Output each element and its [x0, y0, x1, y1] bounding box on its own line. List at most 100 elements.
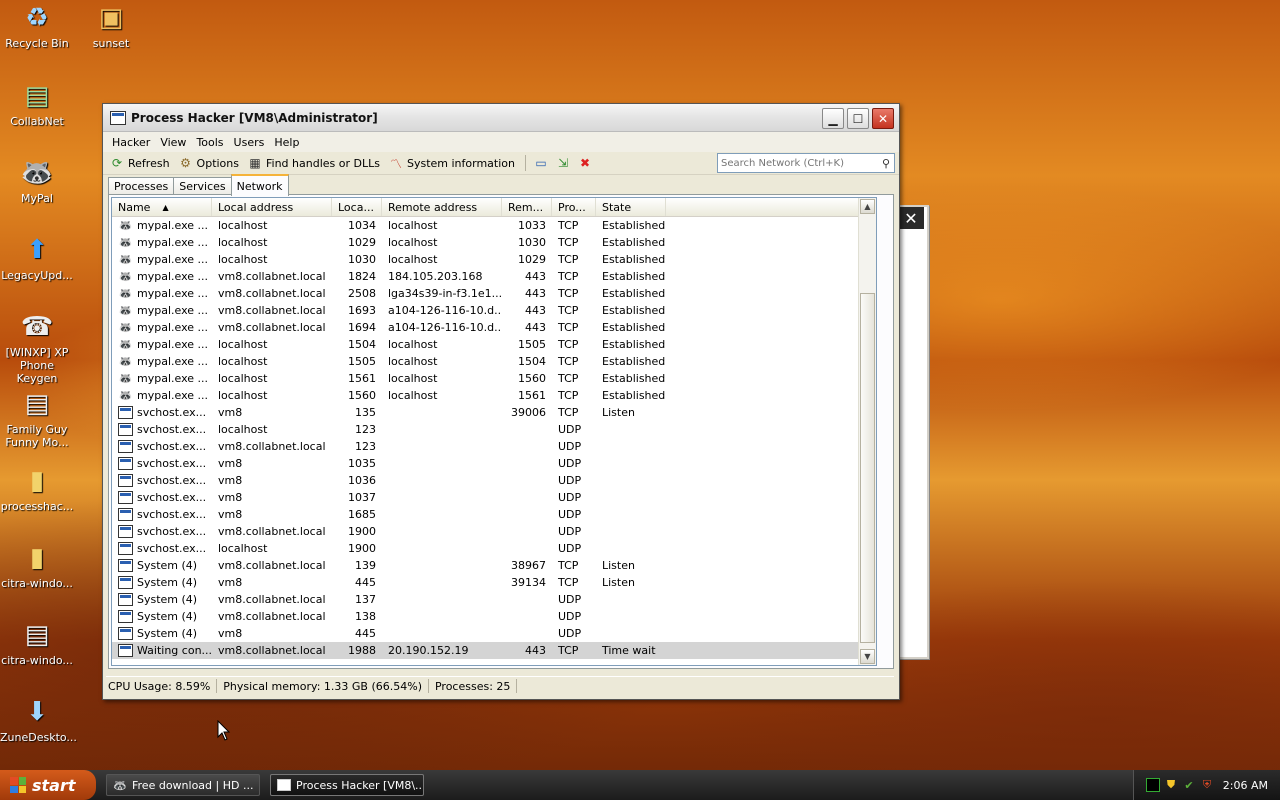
- table-row[interactable]: svchost.ex... vm8 1035 UDP: [112, 455, 876, 472]
- column-header-remote-port[interactable]: Rem...: [502, 198, 552, 216]
- system-information-button[interactable]: 〽 System information: [386, 153, 521, 173]
- table-row[interactable]: 🦝 mypal.exe ... localhost 1029 localhost 1030…: [112, 234, 876, 251]
- background-window-close-button[interactable]: ✕: [898, 207, 924, 229]
- column-header-local-address[interactable]: Local address: [212, 198, 332, 216]
- table-row[interactable]: 🦝 mypal.exe ... vm8.collabnet.local 1693 a10…: [112, 302, 876, 319]
- cell-raddr: localhost: [388, 253, 438, 266]
- scroll-thumb[interactable]: [860, 293, 875, 643]
- minimize-button[interactable]: ▁: [822, 108, 844, 129]
- title-bar[interactable]: Process Hacker [VM8\Administrator] ▁ ☐ ✕: [103, 104, 899, 132]
- cell-laddr: vm8.collabnet.local: [218, 304, 326, 317]
- refresh-button[interactable]: ⟳ Refresh: [107, 153, 176, 173]
- tab-network[interactable]: Network: [230, 174, 289, 196]
- legacy-update-icon: ⬆: [26, 234, 48, 265]
- table-row[interactable]: svchost.ex... vm8 1685 UDP: [112, 506, 876, 523]
- desktop-icon[interactable]: ▮ citra-windo...: [0, 542, 74, 591]
- desktop-icon[interactable]: ▤ citra-windo...: [0, 619, 74, 668]
- desktop-icon[interactable]: 🦝 MyPal: [0, 157, 74, 206]
- safely-remove-hardware-icon[interactable]: ✔: [1182, 778, 1196, 792]
- column-header-remote-address[interactable]: Remote address: [382, 198, 502, 216]
- table-row[interactable]: System (4) vm8.collabnet.local 139 38967 TCP…: [112, 557, 876, 574]
- start-button[interactable]: start: [0, 770, 96, 800]
- taskbar-item-browser[interactable]: 🦝 Free download | HD ...: [106, 774, 260, 796]
- scroll-down-button[interactable]: ▼: [860, 649, 875, 664]
- column-header-state[interactable]: State: [596, 198, 666, 216]
- cell-laddr: localhost: [218, 355, 268, 368]
- menu-tools[interactable]: Tools: [191, 136, 228, 149]
- menu-help[interactable]: Help: [269, 136, 304, 149]
- table-row[interactable]: svchost.ex... vm8.collabnet.local 123 UDP: [112, 438, 876, 455]
- maximize-button[interactable]: ☐: [847, 108, 869, 129]
- cell-name: 🦝 mypal.exe ...: [112, 355, 212, 368]
- process-name: svchost.ex...: [137, 491, 207, 504]
- table-row[interactable]: svchost.ex... vm8 1037 UDP: [112, 489, 876, 506]
- table-row[interactable]: 🦝 mypal.exe ... localhost 1034 localhost 1033…: [112, 217, 876, 234]
- table-row[interactable]: 🦝 mypal.exe ... localhost 1505 localhost 1504…: [112, 353, 876, 370]
- cell-laddr: vm8: [218, 474, 243, 487]
- table-row[interactable]: 🦝 mypal.exe ... localhost 1560 localhost 1561…: [112, 387, 876, 404]
- cell-proto: TCP: [558, 321, 579, 334]
- desktop-icon[interactable]: ⬆ LegacyUpd...: [0, 234, 74, 283]
- column-header-local-port[interactable]: Loca...: [332, 198, 382, 216]
- table-row[interactable]: System (4) vm8.collabnet.local 138 UDP: [112, 608, 876, 625]
- table-row[interactable]: svchost.ex... localhost 1900 UDP: [112, 540, 876, 557]
- find-handles-button[interactable]: ▦ Find handles or DLLs: [245, 153, 386, 173]
- desktop-icon[interactable]: ▤ CollabNet: [0, 80, 74, 129]
- taskbar-item-process-hacker[interactable]: Process Hacker [VM8\...: [270, 774, 424, 796]
- table-row[interactable]: svchost.ex... vm8.collabnet.local 1900 UDP: [112, 523, 876, 540]
- search-input[interactable]: [718, 156, 878, 170]
- table-row[interactable]: svchost.ex... vm8 135 39006 TCP Listen: [112, 404, 876, 421]
- menu-view[interactable]: View: [155, 136, 191, 149]
- table-row[interactable]: 🦝 mypal.exe ... vm8.collabnet.local 2508 lga…: [112, 285, 876, 302]
- cell-name: 🦝 mypal.exe ...: [112, 287, 212, 300]
- table-row[interactable]: svchost.ex... localhost 123 UDP: [112, 421, 876, 438]
- terminate-icon[interactable]: ✖: [577, 155, 593, 171]
- cell-proto: UDP: [558, 457, 582, 470]
- menu-users[interactable]: Users: [229, 136, 270, 149]
- tab-services[interactable]: Services: [173, 177, 232, 195]
- column-header-protocol[interactable]: Pro...: [552, 198, 596, 216]
- cell-lport: 1505: [348, 355, 376, 368]
- menu-hacker[interactable]: Hacker: [107, 136, 155, 149]
- search-icon[interactable]: ⚲: [878, 157, 894, 170]
- table-row[interactable]: 🦝 mypal.exe ... localhost 1504 localhost 1505…: [112, 336, 876, 353]
- table-row[interactable]: svchost.ex... vm8 1036 UDP: [112, 472, 876, 489]
- table-row[interactable]: 🦝 mypal.exe ... vm8.collabnet.local 1824 184…: [112, 268, 876, 285]
- cell-state: Established: [602, 338, 666, 351]
- table-row[interactable]: 🦝 mypal.exe ... vm8.collabnet.local 1694 a10…: [112, 319, 876, 336]
- cell-laddr: vm8: [218, 457, 243, 470]
- desktop-icon[interactable]: ▣ sunset: [74, 2, 148, 51]
- tab-processes[interactable]: Processes: [108, 177, 175, 195]
- column-header-name[interactable]: Name ▲: [112, 198, 212, 216]
- cell-lport: 1824: [348, 270, 376, 283]
- vertical-scrollbar[interactable]: ▲ ▼: [858, 198, 876, 665]
- security-shield-icon[interactable]: ⛊: [1164, 778, 1178, 792]
- table-row[interactable]: 🦝 mypal.exe ... localhost 1561 localhost 1560…: [112, 370, 876, 387]
- table-row[interactable]: System (4) vm8.collabnet.local 137 UDP: [112, 591, 876, 608]
- process-hacker-tray-icon[interactable]: [1146, 778, 1160, 792]
- table-row[interactable]: System (4) vm8 445 39134 TCP Listen: [112, 574, 876, 591]
- cell-lport: 1030: [348, 253, 376, 266]
- security-alert-icon[interactable]: ⛨: [1200, 778, 1214, 792]
- close-button[interactable]: ✕: [872, 108, 894, 129]
- go-to-window-icon[interactable]: ⇲: [555, 155, 571, 171]
- desktop-icon[interactable]: ▤ Family Guy Funny Mo...: [0, 388, 74, 450]
- cell-laddr: vm8.collabnet.local: [218, 610, 326, 623]
- search-box[interactable]: ⚲: [717, 153, 895, 173]
- options-button[interactable]: ⚙ Options: [176, 153, 245, 173]
- table-row[interactable]: System (4) vm8 445 UDP: [112, 625, 876, 642]
- table-row[interactable]: Waiting con... vm8.collabnet.local 1988 20.…: [112, 642, 876, 659]
- desktop-icon-label: ZuneDeskto...: [0, 731, 77, 744]
- desktop-icon[interactable]: ♻ Recycle Bin: [0, 2, 74, 51]
- desktop-icon[interactable]: ⬇ ZuneDeskto...: [0, 696, 77, 745]
- options-icon: ⚙: [180, 156, 191, 170]
- desktop-icon[interactable]: ▮ processhac...: [0, 465, 74, 514]
- cell-raddr: localhost: [388, 236, 438, 249]
- cell-lport: 1685: [348, 508, 376, 521]
- clock[interactable]: 2:06 AM: [1223, 779, 1268, 792]
- background-window[interactable]: [895, 205, 929, 659]
- scroll-up-button[interactable]: ▲: [860, 199, 875, 214]
- window-icon[interactable]: ▭: [533, 155, 549, 171]
- table-row[interactable]: 🦝 mypal.exe ... localhost 1030 localhost 1029…: [112, 251, 876, 268]
- desktop-icon[interactable]: ☎ [WINXP] XP Phone Keygen: [0, 311, 74, 386]
